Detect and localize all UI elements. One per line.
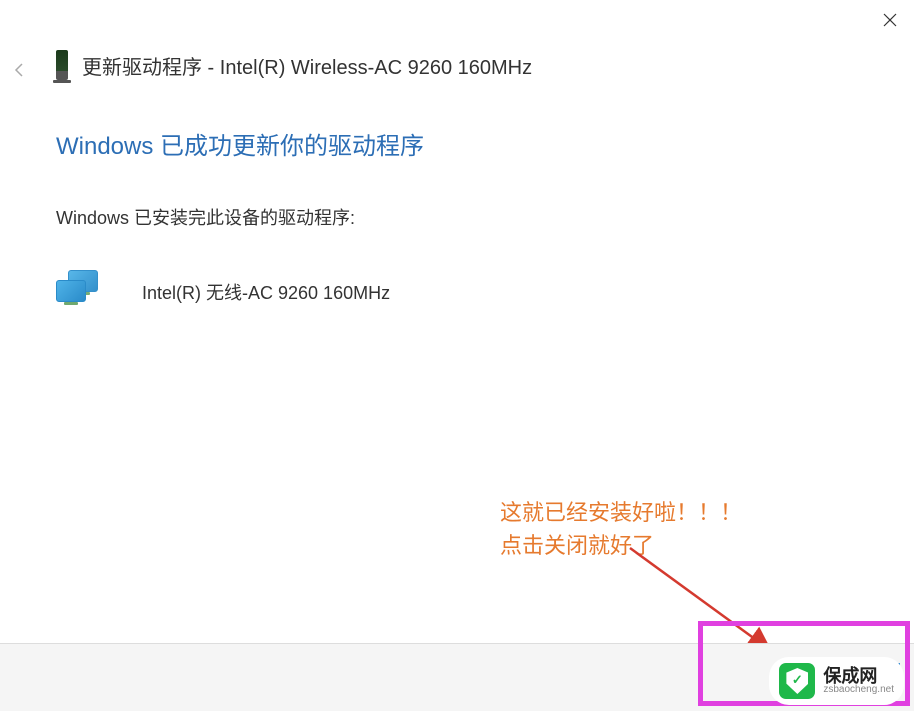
network-adapter-icon (56, 270, 100, 314)
subtext: Windows 已安装完此设备的驱动程序: (56, 204, 355, 230)
annotation-line-2: 点击关闭就好了 (500, 529, 742, 562)
device-row: Intel(R) 无线-AC 9260 160MHz (56, 270, 390, 314)
success-heading: Windows 已成功更新你的驱动程序 (56, 126, 424, 161)
watermark-shield-icon (779, 663, 815, 699)
watermark: 保成网 zsbaocheng.net (769, 657, 904, 705)
device-name: Intel(R) 无线-AC 9260 160MHz (142, 279, 390, 305)
annotation-line-1: 这就已经安装好啦！！！ (500, 496, 742, 529)
dialog-title: 更新驱动程序 - Intel(R) Wireless-AC 9260 160MH… (82, 51, 532, 80)
titlebar (0, 0, 914, 38)
computer-tower-icon (56, 50, 68, 80)
annotation-text: 这就已经安装好啦！！！ 点击关闭就好了 (500, 496, 742, 562)
watermark-name: 保成网 (823, 667, 894, 685)
watermark-url: zsbaocheng.net (823, 685, 894, 695)
close-icon[interactable] (878, 8, 902, 32)
back-arrow-icon (8, 58, 32, 82)
dialog-header: 更新驱动程序 - Intel(R) Wireless-AC 9260 160MH… (56, 50, 532, 80)
